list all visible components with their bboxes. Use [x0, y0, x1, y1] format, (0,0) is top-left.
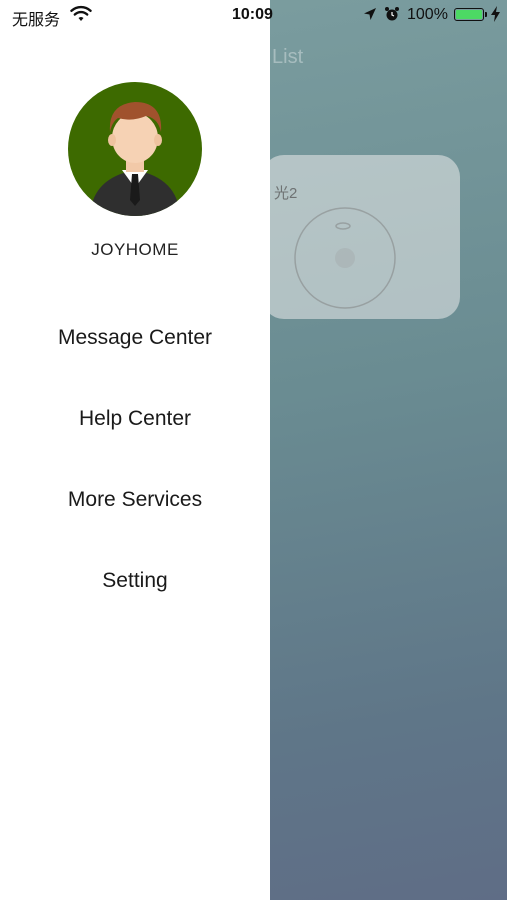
- wifi-icon: [70, 5, 92, 21]
- username-label: JOYHOME: [91, 240, 179, 259]
- battery-percentage: 100%: [407, 6, 448, 23]
- menu-item-more-services[interactable]: More Services: [0, 475, 270, 525]
- alarm-clock-icon: [385, 7, 399, 21]
- device-name: 光2: [274, 185, 298, 202]
- location-arrow-icon: [364, 8, 376, 20]
- user-avatar-icon[interactable]: [68, 82, 202, 216]
- battery-level-fill: [456, 10, 482, 19]
- menu-item-help-center[interactable]: Help Center: [0, 394, 270, 444]
- clock: 10:09: [232, 6, 273, 23]
- menu-item-message-center[interactable]: Message Center: [0, 313, 270, 363]
- device-icon: [294, 207, 396, 309]
- carrier-label: 无服务: [12, 12, 61, 29]
- avatar-illustration: [90, 102, 180, 216]
- battery-icon: [454, 8, 484, 21]
- charging-bolt-icon: [491, 6, 500, 22]
- screen: List 光2 无服务 10:09 100% JOYHOME Message C…: [0, 0, 507, 900]
- menu-item-setting[interactable]: Setting: [0, 556, 270, 606]
- status-bar: 无服务 10:09 100%: [0, 0, 507, 32]
- battery-tip: [485, 12, 487, 17]
- side-drawer: JOYHOME Message Center Help Center More …: [0, 0, 270, 900]
- background-page-title: List: [272, 46, 304, 68]
